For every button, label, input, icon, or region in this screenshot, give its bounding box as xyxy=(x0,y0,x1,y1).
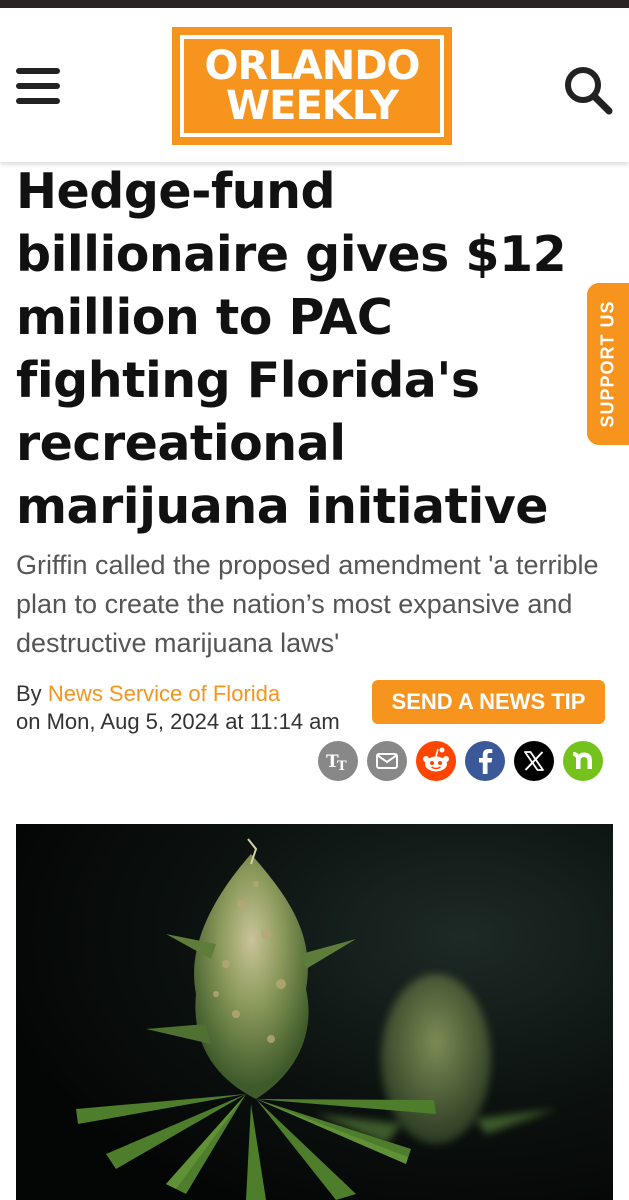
byline-prefix: By xyxy=(16,681,42,706)
logo-frame: ORLANDO WEEKLY xyxy=(180,35,444,137)
cannabis-plant-image xyxy=(16,824,613,1200)
logo-text-orlando: ORLANDO xyxy=(204,43,421,89)
nextdoor-icon[interactable] xyxy=(563,741,603,781)
send-news-tip-button[interactable]: SEND A NEWS TIP xyxy=(372,680,605,724)
logo-text-weekly: WEEKLY xyxy=(226,83,399,129)
author-link[interactable]: News Service of Florida xyxy=(48,681,280,706)
search-icon[interactable] xyxy=(562,64,614,116)
site-header: ORLANDO WEEKLY xyxy=(0,8,629,162)
svg-text:T: T xyxy=(337,759,347,774)
support-us-label: SUPPORT US xyxy=(597,300,618,428)
support-us-tab[interactable]: SUPPORT US xyxy=(587,283,629,445)
hamburger-menu-icon[interactable] xyxy=(16,68,62,106)
article-subheadline: Griffin called the proposed amendment 'a… xyxy=(16,550,599,658)
share-toolbar: T T xyxy=(318,741,603,781)
byline: By News Service of Florida on Mon, Aug 5… xyxy=(16,680,346,736)
date-prefix: on xyxy=(16,709,41,734)
text-size-icon[interactable]: T T xyxy=(318,741,358,781)
site-logo[interactable]: ORLANDO WEEKLY xyxy=(172,27,452,145)
x-icon[interactable] xyxy=(514,741,554,781)
publish-date: Mon, Aug 5, 2024 at 11:14 am xyxy=(46,709,340,734)
top-status-bar xyxy=(0,0,629,8)
facebook-icon[interactable] xyxy=(465,741,505,781)
article-headline: Hedge-fund billionaire gives $12 million… xyxy=(16,163,567,535)
email-icon[interactable] xyxy=(367,741,407,781)
reddit-icon[interactable] xyxy=(416,741,456,781)
